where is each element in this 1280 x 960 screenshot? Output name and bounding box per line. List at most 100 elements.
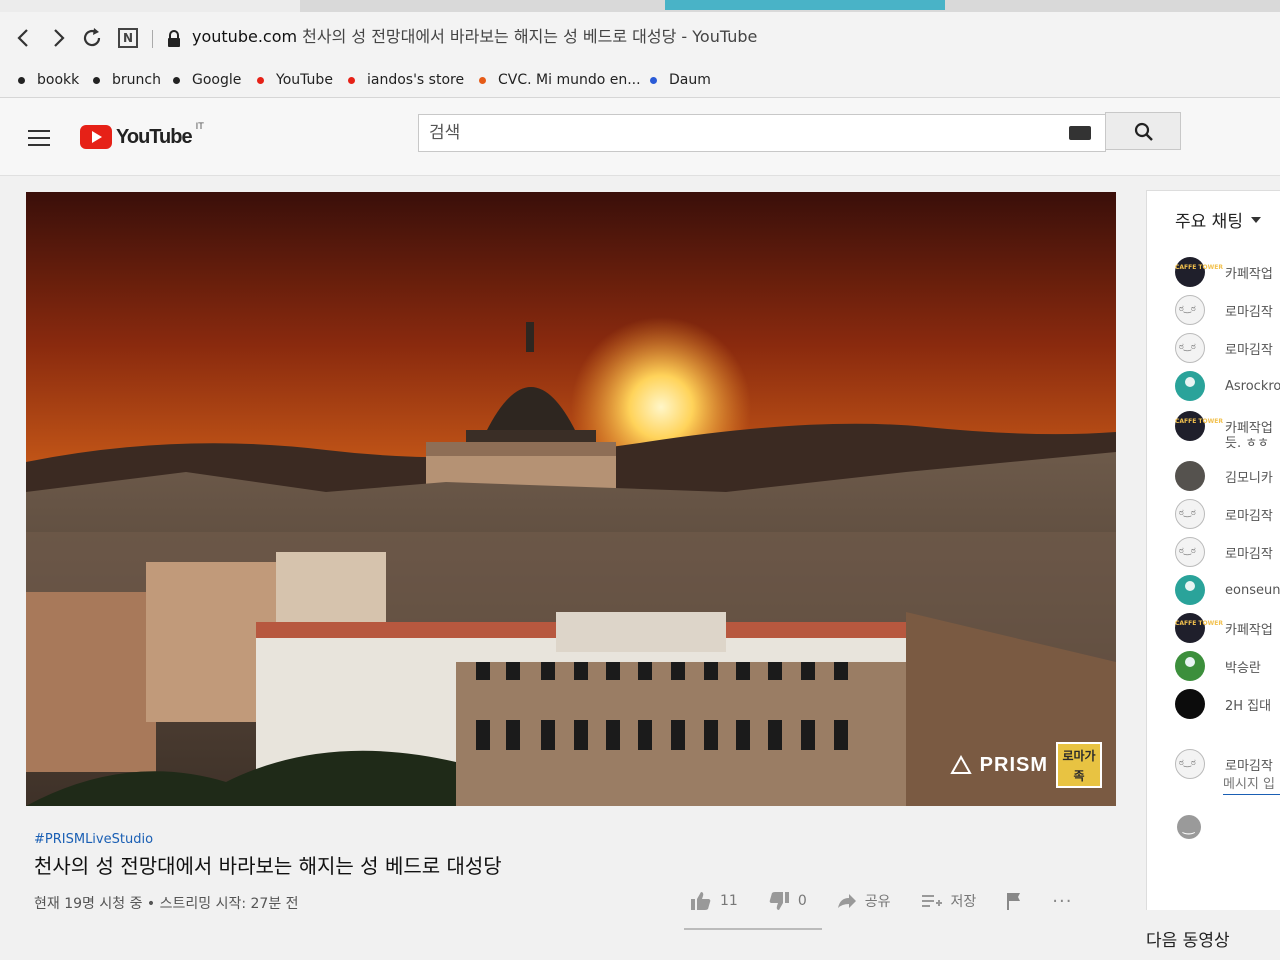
avatar[interactable]: CAFFE TOWER — [1175, 257, 1223, 287]
more-actions-button[interactable]: ··· — [1052, 891, 1072, 912]
back-button[interactable] — [12, 26, 36, 50]
bookmark-cvc[interactable]: CVC. Mi mundo en... — [479, 70, 641, 90]
view-count-meta: 현재 19명 시청 중 • 스트리밍 시작: 27분 전 — [34, 896, 299, 912]
thumbs-up-icon — [691, 892, 711, 910]
bookmark-label: CVC. Mi mundo en... — [498, 72, 641, 88]
video-hashtag[interactable]: #PRISMLiveStudio — [34, 832, 153, 847]
avatar[interactable] — [1175, 371, 1205, 401]
bookmark-dot-icon — [348, 76, 355, 84]
like-button[interactable]: 11 — [690, 891, 738, 911]
chat-message: 박승란 — [1175, 651, 1261, 681]
bookmark-dot-icon — [18, 76, 25, 84]
bookmark-iandos-store[interactable]: iandos's store — [348, 70, 464, 90]
toolbar-divider — [152, 30, 153, 48]
youtube-logo[interactable]: YouTube IT — [80, 122, 204, 150]
watermark-text: PRISM — [979, 753, 1048, 776]
lock-icon[interactable] — [166, 30, 182, 48]
chat-mode-dropdown[interactable]: 주요 채팅 — [1175, 207, 1261, 232]
youtube-play-icon — [80, 125, 112, 149]
chat-message: CAFFE TOWER 카페작업 — [1175, 613, 1273, 643]
chat-author: 카페작업 — [1225, 266, 1273, 282]
like-ratio-bar — [684, 928, 822, 930]
video-watermark: PRISM 로마가족 — [949, 742, 1102, 788]
browser-toolbar: N youtube.com 천사의 성 전망대에서 바라보는 해지는 성 베드로… — [0, 12, 1280, 62]
chat-message: 로마김작 — [1175, 295, 1273, 325]
browser-tab-active[interactable] — [0, 0, 300, 12]
chat-author: 카페작업 — [1225, 622, 1273, 638]
bookmark-label: YouTube — [276, 72, 333, 88]
bookmark-label: iandos's store — [367, 72, 465, 88]
chat-author: 로마김작 — [1225, 304, 1273, 320]
bookmark-google[interactable]: Google — [173, 70, 241, 90]
avatar[interactable] — [1175, 499, 1205, 529]
chat-author: 로마김작 — [1225, 342, 1273, 358]
report-button[interactable] — [1006, 892, 1022, 910]
chat-author: 로마김작 — [1225, 508, 1273, 524]
avatar[interactable] — [1175, 295, 1205, 325]
chat-message-text: 듯. ㅎㅎ — [1225, 436, 1270, 451]
search-icon — [1134, 122, 1153, 141]
chat-author: 김모니카 — [1225, 470, 1273, 486]
avatar[interactable] — [1175, 537, 1205, 567]
dislike-button[interactable]: 0 — [768, 891, 807, 911]
search-input[interactable] — [419, 115, 1019, 151]
bookmark-bookk[interactable]: bookk — [18, 70, 79, 90]
avatar[interactable]: CAFFE TOWER — [1175, 613, 1223, 643]
avatar[interactable] — [1175, 333, 1205, 363]
avatar[interactable] — [1175, 575, 1205, 605]
avatar[interactable]: CAFFE TOWER — [1175, 411, 1223, 441]
share-arrow-icon — [837, 894, 856, 908]
country-code: IT — [195, 122, 204, 132]
composer-author: 로마김작 — [1225, 758, 1273, 774]
save-button[interactable]: 저장 — [921, 891, 976, 911]
chat-author: Asrockro — [1225, 378, 1280, 394]
share-button[interactable]: 공유 — [837, 891, 891, 911]
browser-tab-other[interactable] — [665, 0, 945, 10]
bookmark-youtube[interactable]: YouTube — [257, 70, 333, 90]
bookmark-label: bookk — [37, 72, 80, 88]
bookmark-label: Google — [192, 72, 242, 88]
avatar[interactable] — [1175, 651, 1205, 681]
reload-icon — [83, 28, 101, 47]
youtube-logo-word: YouTube — [116, 125, 193, 148]
chat-message: Asrockro — [1175, 371, 1280, 401]
chat-message-input[interactable] — [1223, 775, 1280, 795]
bookmark-dot-icon — [479, 76, 486, 84]
video-player[interactable]: PRISM 로마가족 — [26, 192, 1116, 806]
keyboard-icon[interactable] — [1069, 126, 1091, 140]
chat-author: eonseun — [1225, 582, 1280, 598]
bookmark-daum[interactable]: Daum — [650, 70, 711, 90]
emoji-icon[interactable] — [1177, 815, 1201, 839]
video-title: 천사의 성 전망대에서 바라보는 해지는 성 베드로 대성당 — [34, 854, 502, 878]
reload-button[interactable] — [80, 26, 104, 50]
chat-message: eonseun — [1175, 575, 1280, 605]
chat-message: 2H 집대 — [1175, 689, 1271, 719]
bookmark-dot-icon — [173, 76, 180, 84]
chevron-down-icon — [1250, 216, 1261, 223]
bookmark-dot-icon — [257, 76, 264, 84]
chat-author: 2H 집대 — [1225, 698, 1272, 714]
up-next-heading: 다음 동영상 — [1146, 931, 1230, 951]
search-button[interactable] — [1105, 112, 1181, 150]
forward-arrow-icon — [54, 29, 65, 47]
avatar[interactable] — [1175, 461, 1205, 491]
chat-message: 로마김작 — [1175, 537, 1273, 567]
video-actions: 11 0 공유 저장 ··· — [690, 888, 1102, 914]
hamburger-menu-icon[interactable] — [28, 130, 50, 146]
address-bar[interactable]: youtube.com 천사의 성 전망대에서 바라보는 해지는 성 베드로 대… — [192, 24, 757, 50]
youtube-header: YouTube IT — [0, 98, 1280, 176]
chat-author: 박승란 — [1225, 660, 1261, 676]
bookmark-label: brunch — [112, 72, 161, 88]
forward-button[interactable] — [46, 26, 70, 50]
bookmark-brunch[interactable]: brunch — [93, 70, 161, 90]
channel-badge: 로마가족 — [1056, 742, 1102, 788]
avatar[interactable] — [1175, 689, 1205, 719]
bookmarks-bar: bookk brunch Google YouTube iandos's sto… — [0, 62, 1280, 98]
bookmark-label: Daum — [669, 72, 711, 88]
url-host: youtube.com — [192, 27, 298, 46]
dislike-count: 0 — [797, 893, 807, 909]
chat-message: 로마김작 — [1175, 499, 1273, 529]
add-playlist-icon — [921, 895, 942, 907]
extension-icon[interactable]: N — [118, 28, 138, 48]
browser-tab-strip — [0, 0, 1280, 12]
